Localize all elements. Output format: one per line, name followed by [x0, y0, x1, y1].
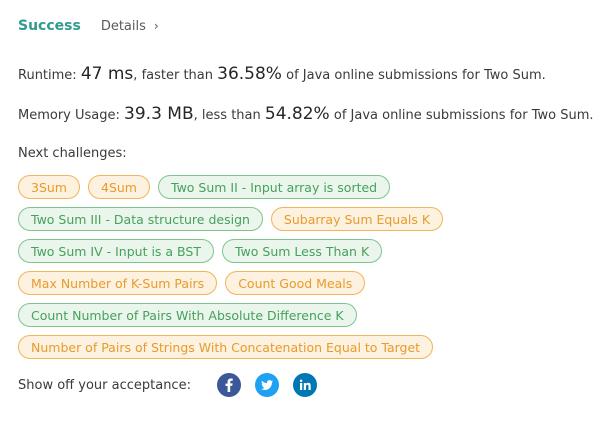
linkedin-share-button[interactable] — [292, 373, 317, 397]
memory-label: Memory Usage: — [18, 108, 120, 123]
memory-suffix: of Java online submissions for Two Sum. — [333, 108, 594, 123]
details-link[interactable]: Details › — [101, 19, 159, 34]
challenge-chip[interactable]: Count Number of Pairs With Absolute Diff… — [18, 303, 357, 327]
runtime-label: Runtime: — [18, 68, 77, 83]
share-label: Show off your acceptance: — [18, 377, 191, 393]
challenge-chip[interactable]: Subarray Sum Equals K — [270, 207, 444, 231]
challenge-chip[interactable]: Count Good Meals — [225, 271, 366, 295]
memory-percent: 54.82% — [264, 104, 330, 124]
next-challenges-label: Next challenges: — [18, 146, 127, 161]
runtime-percent: 36.58% — [217, 64, 282, 84]
memory-comma: , — [193, 108, 198, 123]
challenge-chip[interactable]: 4Sum — [88, 175, 150, 199]
challenge-row: Two Sum IV - Input is a BST Two Sum Less … — [18, 239, 592, 263]
submission-result-panel: Success Details › Runtime: 47 ms, faster… — [18, 18, 594, 397]
challenge-row: Number of Pairs of Strings With Concaten… — [18, 335, 592, 359]
challenge-row: 3Sum 4Sum Two Sum II - Input array is sort… — [18, 175, 592, 199]
challenge-chip[interactable]: Two Sum IV - Input is a BST — [18, 239, 214, 263]
facebook-icon — [225, 378, 233, 392]
memory-stat: Memory Usage: 39.3 MB, less than 54.82% … — [18, 104, 594, 124]
share-row: Show off your acceptance: — [18, 373, 592, 397]
challenge-chip[interactable]: Two Sum III - Data structure design — [18, 207, 263, 231]
next-challenges-list: 3Sum 4Sum Two Sum II - Input array is sort… — [18, 175, 592, 359]
runtime-suffix: of Java online submissions for Two Sum. — [286, 68, 546, 83]
memory-value: 39.3 MB — [124, 104, 194, 124]
runtime-comma: , — [133, 68, 138, 83]
challenge-chip[interactable]: Two Sum Less Than K — [221, 239, 383, 263]
memory-comparison: less than — [201, 108, 261, 123]
details-label: Details — [100, 19, 146, 34]
challenge-row: Max Number of K-Sum Pairs Count Good Meal… — [18, 271, 592, 295]
challenge-row: Count Number of Pairs With Absolute Diff… — [18, 303, 592, 327]
result-header: Success Details › — [18, 18, 592, 46]
challenge-row: Two Sum III - Data structure design Subar… — [18, 207, 592, 231]
runtime-value: 47 ms — [80, 64, 134, 84]
runtime-stat: Runtime: 47 ms, faster than 36.58% of Ja… — [18, 64, 592, 84]
status-success: Success — [18, 18, 81, 34]
runtime-comparison: faster than — [141, 68, 213, 83]
chevron-right-icon: › — [153, 19, 159, 33]
facebook-share-button[interactable] — [216, 373, 241, 397]
challenge-chip[interactable]: Two Sum II - Input array is sorted — [158, 175, 391, 199]
challenge-chip[interactable]: Number of Pairs of Strings With Concaten… — [18, 335, 434, 359]
challenge-chip[interactable]: 3Sum — [18, 175, 80, 199]
twitter-share-button[interactable] — [254, 373, 279, 397]
twitter-icon — [260, 380, 273, 390]
challenge-chip[interactable]: Max Number of K-Sum Pairs — [18, 271, 218, 295]
linkedin-icon — [299, 379, 311, 390]
